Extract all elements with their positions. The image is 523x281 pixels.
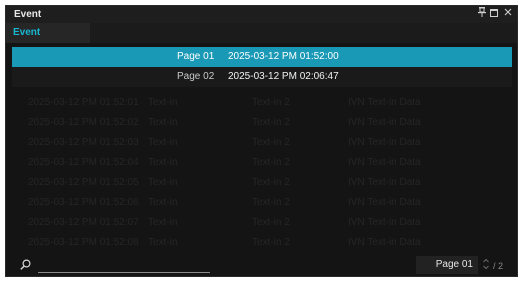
footer-bar: Page 01 / 2 — [6, 252, 517, 276]
table-cell: Text-in — [148, 157, 178, 168]
page-option-label: Page 02 — [177, 71, 215, 82]
close-icon[interactable] — [502, 7, 514, 21]
table-cell: IVN Text-in Data — [348, 237, 421, 248]
table-cell: Text-in — [148, 237, 178, 248]
table-row[interactable]: 2025-03-12 PM 01:52:06 Text-in Text-in 2 IV… — [12, 196, 511, 210]
table-cell: Text-in 2 — [252, 137, 290, 148]
maximize-icon[interactable] — [488, 7, 500, 21]
page-option-label: Page 01 — [177, 51, 215, 62]
table-cell: IVN Text-in Data — [348, 177, 421, 188]
table-cell: IVN Text-in Data — [348, 197, 421, 208]
page-total: / 2 — [493, 261, 504, 271]
table-cell: 2025-03-12 PM 01:52:07 — [28, 217, 139, 228]
event-window: Event Event 2025-03-12 PM 01:52:00 Text-i… — [5, 5, 518, 277]
table-cell: Text-in — [148, 137, 178, 148]
table-row[interactable]: 2025-03-12 PM 01:52:07 Text-in Text-in 2 IV… — [12, 216, 511, 230]
tab-event[interactable]: Event — [6, 23, 90, 43]
pin-icon[interactable] — [476, 7, 488, 21]
table-cell: Text-in 2 — [252, 117, 290, 128]
table-cell: Text-in 2 — [252, 217, 290, 228]
table-cell: IVN Text-in Data — [348, 97, 421, 108]
table-cell: 2025-03-12 PM 01:52:05 — [28, 177, 139, 188]
search-input[interactable] — [38, 272, 210, 273]
page-select[interactable]: Page 01 — [416, 256, 478, 274]
tab-event-label: Event — [13, 27, 41, 38]
table-cell: IVN Text-in Data — [348, 157, 421, 168]
table-cell: IVN Text-in Data — [348, 217, 421, 228]
page-option-timestamp: 2025-03-12 PM 02:06:47 — [228, 71, 339, 82]
table-cell: Text-in — [148, 177, 178, 188]
table-cell: 2025-03-12 PM 01:52:03 — [28, 137, 139, 148]
table-cell: 2025-03-12 PM 01:52:04 — [28, 157, 139, 168]
table-cell: Text-in 2 — [252, 197, 290, 208]
table-cell: Text-in 2 — [252, 237, 290, 248]
tab-bar: Event — [6, 23, 517, 43]
table-cell: Text-in 2 — [252, 97, 290, 108]
table-cell: 2025-03-12 PM 01:52:01 — [28, 97, 139, 108]
table-row[interactable]: 2025-03-12 PM 01:52:08 Text-in Text-in 2 IV… — [12, 236, 511, 250]
table-cell: 2025-03-12 PM 01:52:02 — [28, 117, 139, 128]
table-cell: 2025-03-12 PM 01:52:06 — [28, 197, 139, 208]
table-row[interactable]: 2025-03-12 PM 01:52:01 Text-in Text-in 2 IV… — [12, 96, 511, 110]
table-row[interactable]: 2025-03-12 PM 01:52:05 Text-in Text-in 2 IV… — [12, 176, 511, 190]
search-icon[interactable] — [20, 257, 31, 270]
table-cell: IVN Text-in Data — [348, 137, 421, 148]
table-cell: Text-in 2 — [252, 157, 290, 168]
window-title: Event — [14, 9, 42, 20]
title-bar[interactable]: Event — [6, 6, 517, 23]
table-cell: Text-in — [148, 217, 178, 228]
page-option-selected[interactable]: Page 01 2025-03-12 PM 01:52:00 — [12, 47, 512, 67]
table-cell: Text-in — [148, 97, 178, 108]
table-row[interactable]: 2025-03-12 PM 01:52:02 Text-in Text-in 2 IV… — [12, 116, 511, 130]
page-option-timestamp: 2025-03-12 PM 01:52:00 — [228, 51, 339, 62]
stepper-icon[interactable] — [482, 257, 490, 273]
table-cell: Text-in 2 — [252, 177, 290, 188]
table-cell: 2025-03-12 PM 01:52:08 — [28, 237, 139, 248]
table-row[interactable]: 2025-03-12 PM 01:52:04 Text-in Text-in 2 IV… — [12, 156, 511, 170]
table-cell: IVN Text-in Data — [348, 117, 421, 128]
page-option[interactable]: Page 02 2025-03-12 PM 02:06:47 — [12, 67, 512, 87]
table-row[interactable]: 2025-03-12 PM 01:52:03 Text-in Text-in 2 IV… — [12, 136, 511, 150]
table-cell: Text-in — [148, 117, 178, 128]
table-cell: Text-in — [148, 197, 178, 208]
